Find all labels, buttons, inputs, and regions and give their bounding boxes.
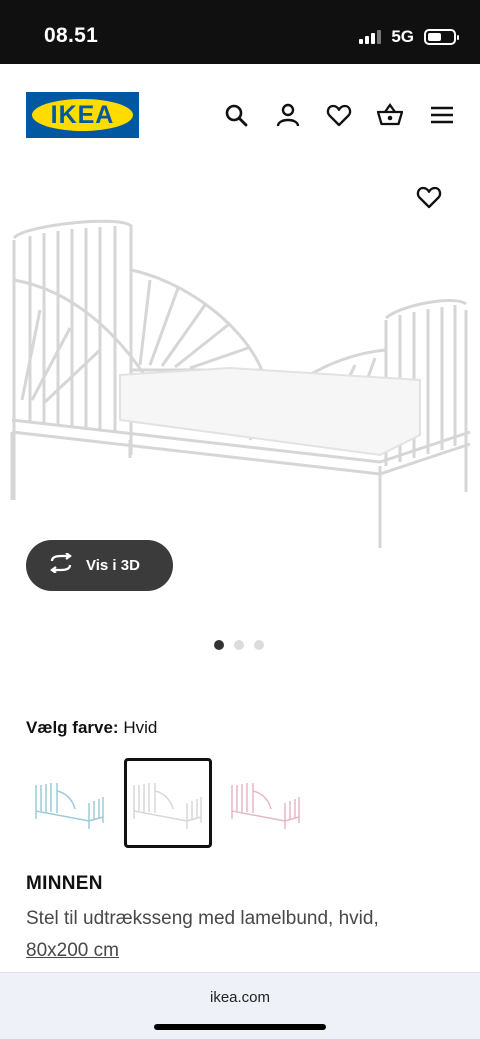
status-indicators: 5G (359, 27, 459, 47)
swatch-white[interactable] (124, 758, 212, 848)
product-description-block: Stel til udtræksseng med lamelbund, hvid… (26, 903, 466, 967)
home-indicator[interactable] (154, 1024, 326, 1030)
network-type: 5G (391, 27, 414, 46)
signal-icon (359, 30, 382, 44)
basket-icon[interactable] (376, 102, 404, 128)
pagination-dot[interactable] (254, 640, 264, 650)
color-swatches (26, 758, 310, 848)
view-3d-label: Vis i 3D (86, 557, 140, 574)
swatch-pink[interactable] (222, 758, 310, 848)
battery-level (428, 33, 442, 41)
pagination-dot[interactable] (214, 640, 224, 650)
ikea-logo[interactable]: IKEA (26, 92, 139, 138)
browser-url-bar[interactable]: ikea.com (0, 972, 480, 1039)
color-label: Vælg farve: (26, 718, 119, 737)
status-time: 08.51 (44, 24, 99, 47)
color-value: Hvid (123, 718, 158, 737)
product-name: MINNEN (26, 873, 103, 894)
heart-icon[interactable] (326, 102, 352, 128)
site-header: IKEA (0, 64, 480, 170)
wishlist-heart-icon[interactable] (416, 184, 442, 210)
view-3d-button[interactable]: Vis i 3D (26, 540, 173, 591)
logo-oval: IKEA (32, 99, 133, 131)
logo-text: IKEA (50, 100, 115, 129)
search-icon[interactable] (223, 102, 249, 128)
url-text: ikea.com (209, 989, 271, 1006)
product-size-link[interactable]: 80x200 cm (26, 940, 119, 961)
gallery-pagination (214, 640, 264, 650)
rotate-3d-icon (48, 552, 74, 578)
menu-icon[interactable] (429, 102, 455, 128)
swatch-blue[interactable] (26, 758, 114, 848)
battery-icon (424, 29, 459, 45)
color-selector-label: Vælg farve: Hvid (26, 718, 157, 738)
status-bar: 08.51 5G (0, 0, 480, 64)
product-description: Stel til udtræksseng med lamelbund, hvid… (26, 908, 379, 929)
pagination-dot[interactable] (234, 640, 244, 650)
user-icon[interactable] (275, 102, 301, 128)
